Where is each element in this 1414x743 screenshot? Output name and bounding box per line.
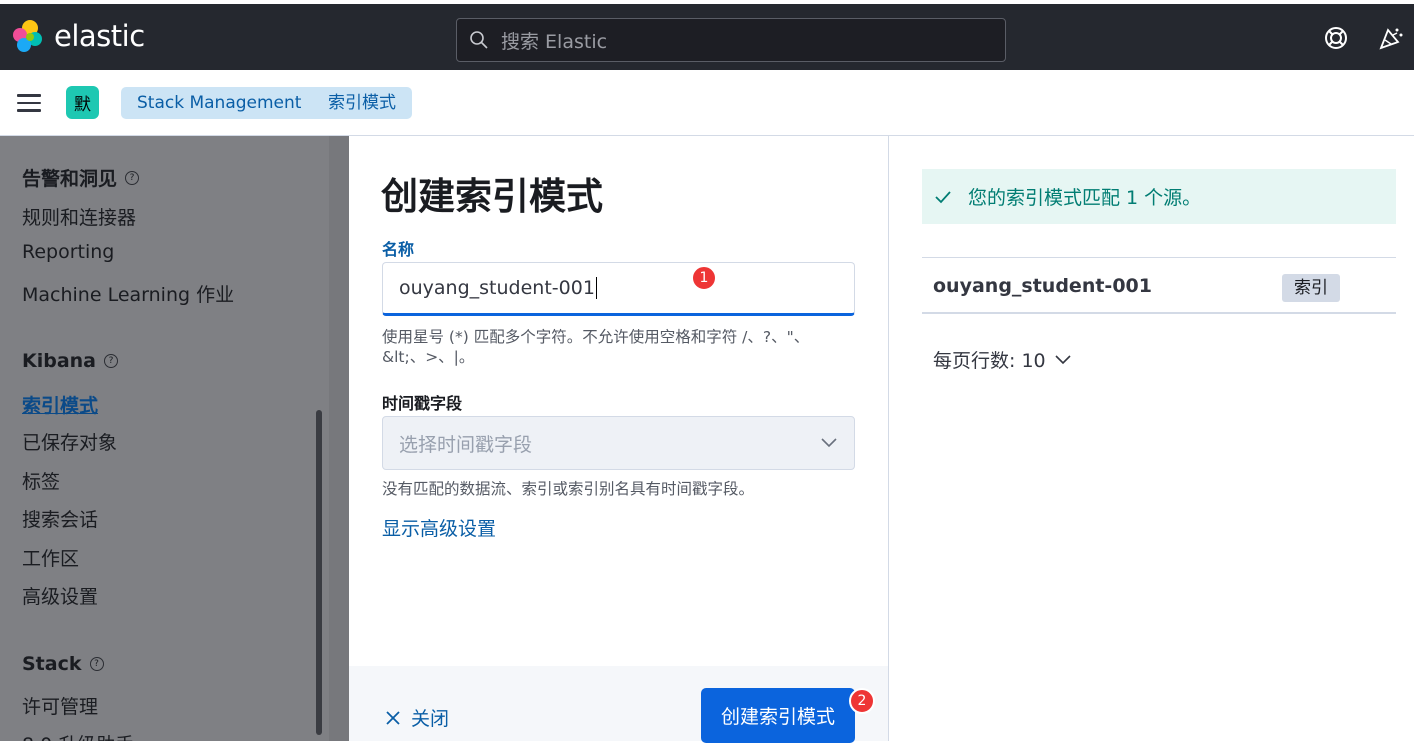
sidebar-item-saved-objects[interactable]: 已保存对象 bbox=[22, 428, 117, 455]
create-index-pattern-flyout: 创建索引模式 名称 ouyang_student-001 1 使用星号 (*) … bbox=[349, 136, 889, 743]
sidebar-item-rules-connectors[interactable]: 规则和连接器 bbox=[22, 203, 136, 230]
sidebar-item-reporting[interactable]: Reporting bbox=[22, 241, 114, 263]
sidebar-item-search-sessions[interactable]: 搜索会话 bbox=[22, 505, 98, 532]
sidebar-scrollbar[interactable] bbox=[316, 410, 322, 735]
source-type-badge: 索引 bbox=[1282, 274, 1340, 302]
sidebar-item-workspaces[interactable]: 工作区 bbox=[22, 544, 79, 571]
sidebar-section-title: Kibana? bbox=[22, 350, 119, 372]
help-circle-icon: ? bbox=[104, 354, 119, 368]
annotation-badge-2: 2 bbox=[849, 688, 875, 714]
show-advanced-settings-link[interactable]: 显示高级设置 bbox=[382, 514, 496, 541]
sidebar-item-upgrade-assistant[interactable]: 8.0 升级助手 bbox=[22, 730, 134, 741]
elastic-logo[interactable]: elastic bbox=[10, 18, 145, 54]
top-header-bar: elastic 搜索 Elastic bbox=[0, 0, 1414, 70]
close-icon bbox=[386, 710, 400, 725]
search-placeholder: 搜索 Elastic bbox=[501, 30, 608, 53]
sidebar-item-index-patterns[interactable]: 索引模式 bbox=[22, 391, 98, 418]
help-circle-icon: ? bbox=[125, 170, 140, 185]
match-success-callout: 您的索引模式匹配 1 个源。 bbox=[922, 169, 1396, 224]
sidebar-item-license-management[interactable]: 许可管理 bbox=[22, 692, 98, 719]
sidebar-section-title: 告警和洞见? bbox=[22, 164, 140, 191]
check-icon bbox=[935, 190, 951, 203]
sidebar-item-ml-jobs[interactable]: Machine Learning 作业 bbox=[22, 280, 234, 307]
sidebar-item-advanced-settings[interactable]: 高级设置 bbox=[22, 582, 98, 609]
sidebar-item-tags[interactable]: 标签 bbox=[22, 467, 60, 494]
breadcrumb-bar: 默 Stack Management 索引模式 bbox=[0, 70, 1414, 136]
timestamp-help-text: 没有匹配的数据流、索引或索引别名具有时间戳字段。 bbox=[382, 480, 755, 498]
create-index-pattern-button[interactable]: 创建索引模式 bbox=[701, 688, 855, 743]
flyout-footer: 关闭 创建索引模式 2 bbox=[349, 666, 888, 743]
close-button[interactable]: 关闭 bbox=[385, 704, 449, 731]
timestamp-field-select[interactable]: 选择时间戳字段 bbox=[382, 416, 855, 470]
annotation-badge-1: 1 bbox=[691, 265, 717, 291]
source-name: ouyang_student-001 bbox=[933, 275, 1152, 297]
select-placeholder: 选择时间戳字段 bbox=[399, 433, 533, 456]
breadcrumb-stack-management[interactable]: Stack Management bbox=[121, 87, 329, 119]
table-row: ouyang_student-001 索引 bbox=[922, 257, 1396, 314]
menu-icon[interactable] bbox=[17, 94, 41, 112]
index-pattern-name-input[interactable]: ouyang_student-001 bbox=[382, 262, 855, 316]
space-avatar[interactable]: 默 bbox=[66, 86, 99, 119]
chevron-down-icon bbox=[1055, 354, 1071, 364]
logo-text: elastic bbox=[54, 19, 145, 53]
flyout-title: 创建索引模式 bbox=[381, 175, 603, 218]
name-help-text: 使用星号 (*) 匹配多个字符。不允许使用空格和字符 /、?、"、 &lt;、>… bbox=[382, 328, 810, 366]
timestamp-field-label: 时间戳字段 bbox=[382, 394, 463, 413]
breadcrumb-index-patterns: 索引模式 bbox=[306, 87, 412, 119]
management-sidebar: 告警和洞见? 规则和连接器 Reporting Machine Learning… bbox=[0, 136, 349, 741]
elastic-logo-icon bbox=[13, 20, 42, 52]
chevron-down-icon bbox=[821, 438, 837, 448]
name-input-value: ouyang_student-001 bbox=[399, 277, 595, 299]
help-icon[interactable] bbox=[1324, 26, 1348, 50]
help-circle-icon: ? bbox=[89, 657, 104, 671]
global-search-input[interactable]: 搜索 Elastic bbox=[456, 18, 1006, 62]
name-label: 名称 bbox=[382, 240, 415, 259]
news-icon[interactable] bbox=[1378, 26, 1404, 50]
matching-sources-panel: 您的索引模式匹配 1 个源。 ouyang_student-001 索引 每页行… bbox=[889, 136, 1414, 741]
search-icon bbox=[470, 31, 488, 49]
rows-per-page-selector[interactable]: 每页行数: 10 bbox=[933, 346, 1072, 373]
sidebar-section-title: Stack? bbox=[22, 653, 104, 675]
